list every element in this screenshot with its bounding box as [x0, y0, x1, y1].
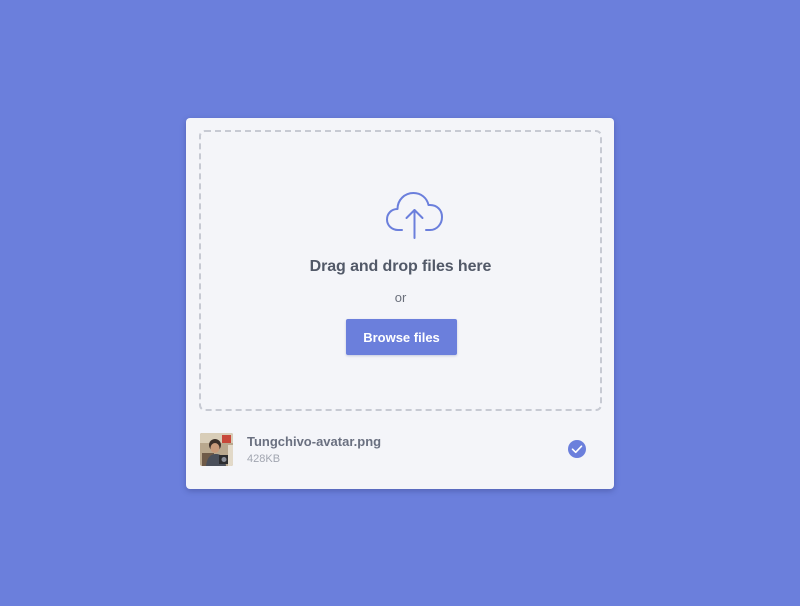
or-label: or	[394, 290, 407, 305]
drop-title: Drag and drop files here	[309, 258, 492, 275]
drop-zone[interactable]: Drag and drop files here or Browse files	[199, 130, 602, 411]
file-name: Tungchivo-avatar.png	[247, 434, 382, 449]
file-size: 428KB	[247, 453, 281, 465]
cloud-upload-icon	[386, 192, 443, 239]
file-list-item: Tungchivo-avatar.png 428KB	[200, 433, 600, 467]
browse-files-button[interactable]: Browse files	[346, 319, 457, 355]
check-circle-icon	[568, 440, 586, 458]
avatar-thumbnail-icon	[200, 433, 233, 466]
file-thumbnail	[200, 433, 233, 466]
upload-card: Drag and drop files here or Browse files…	[186, 118, 614, 489]
